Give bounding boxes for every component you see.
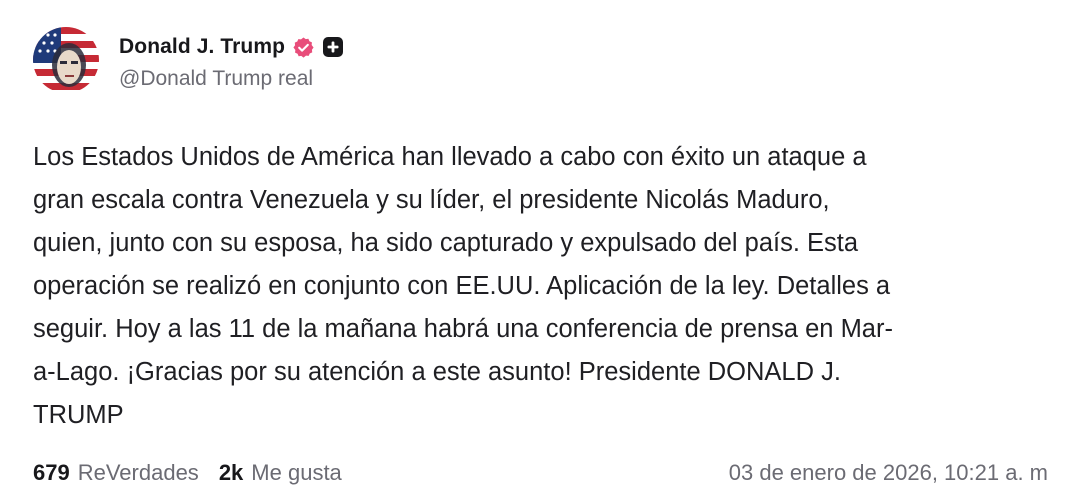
likes-count: 2k bbox=[218, 460, 244, 485]
plus-icon bbox=[323, 37, 344, 57]
author-block: Donald J. Trump @Donald Trump real bbox=[119, 29, 344, 91]
post-text: Los Estados Unidos de América han llevad… bbox=[33, 143, 893, 429]
reposts-label: ReVerdades bbox=[77, 460, 199, 485]
avatar[interactable] bbox=[33, 27, 99, 93]
post-header: Donald J. Trump @Donald Trump real bbox=[33, 27, 344, 93]
likes-stat[interactable]: 2k Me gusta bbox=[219, 460, 342, 486]
post-timestamp[interactable]: 03 de enero de 2026, 10:21 a. m bbox=[729, 460, 1048, 486]
display-name[interactable]: Donald J. Trump bbox=[119, 35, 285, 59]
post-footer: 679 ReVerdades 2k Me gusta 03 de enero d… bbox=[33, 456, 1048, 490]
avatar-image bbox=[33, 27, 99, 93]
reposts-count: 679 bbox=[33, 460, 70, 485]
post-card: Donald J. Trump @Donald Trump real Los E… bbox=[0, 0, 1080, 502]
verified-icon bbox=[292, 36, 315, 59]
name-row: Donald J. Trump bbox=[119, 29, 344, 65]
reposts-stat[interactable]: 679 ReVerdades bbox=[33, 460, 199, 486]
likes-label: Me gusta bbox=[251, 460, 342, 485]
author-handle[interactable]: @Donald Trump real bbox=[119, 67, 343, 91]
